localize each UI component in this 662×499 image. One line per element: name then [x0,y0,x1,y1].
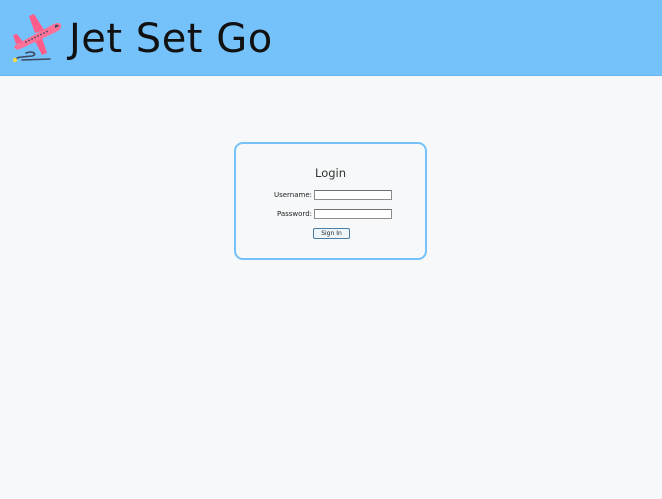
password-row: Password: [236,208,425,220]
password-label: Password: [276,210,312,218]
airplane-icon [12,14,62,63]
password-input[interactable] [314,209,392,219]
app-title: Jet Set Go [69,16,273,62]
login-card: Login Username: Password: Sign In [234,142,427,260]
username-label: Username: [273,191,312,199]
username-row: Username: [236,189,425,201]
username-input[interactable] [314,190,392,200]
app-header: Jet Set Go [0,0,662,76]
login-title: Login [314,166,347,180]
sign-in-button[interactable]: Sign In [313,228,350,239]
